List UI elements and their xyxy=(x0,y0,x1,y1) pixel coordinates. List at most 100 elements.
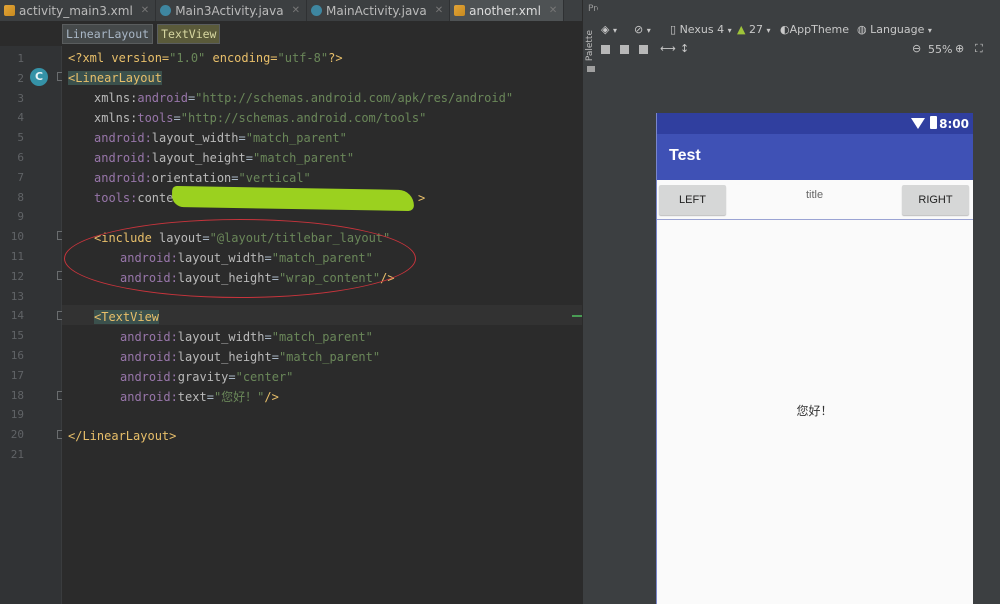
attr-equals: = xyxy=(245,151,253,165)
textview-open-tag: <TextView xyxy=(94,310,160,324)
android-icon: ▲ xyxy=(737,23,746,36)
close-tab-icon[interactable]: ✕ xyxy=(435,5,443,16)
breadcrumb-textview[interactable]: TextView xyxy=(157,24,221,44)
zoom-in-icon[interactable]: ⊕ xyxy=(955,42,964,55)
attr-value: "match_parent" xyxy=(245,131,347,145)
line-number: 18 xyxy=(10,388,24,402)
tab-another-xml[interactable]: another.xml ✕ xyxy=(450,0,565,21)
line-number: 7 xyxy=(17,170,24,184)
theme-selector[interactable]: ◐AppTheme xyxy=(780,23,849,36)
line-number: 3 xyxy=(17,91,24,105)
tab-label: another.xml xyxy=(469,3,541,18)
line-number: 8 xyxy=(17,190,24,204)
code-line-16: android:layout_height="match_parent" xyxy=(120,347,380,367)
right-button[interactable]: RIGHT xyxy=(902,185,969,215)
theme-label: AppTheme xyxy=(789,23,850,36)
code-line-14: <TextView xyxy=(94,307,160,327)
xml-encoding-attr: encoding= xyxy=(205,51,278,65)
close-tab-icon[interactable]: ✕ xyxy=(549,5,557,16)
tab-label: MainActivity.java xyxy=(325,3,427,18)
palette-tab[interactable]: Palette xyxy=(585,30,595,61)
line-number: 20 xyxy=(10,428,24,442)
language-selector[interactable]: ◍ Language ▾ xyxy=(857,23,932,36)
attr-name: android xyxy=(137,91,188,105)
attr-value: "http://schemas.android.com/apk/res/andr… xyxy=(195,91,514,105)
breadcrumb-linearlayout[interactable]: LinearLayout xyxy=(62,24,154,44)
close-tab-icon[interactable]: ✕ xyxy=(292,5,300,16)
editor-tab-bar: activity_main3.xml ✕ Main3Activity.java … xyxy=(0,0,582,22)
redaction-scribble xyxy=(171,185,415,212)
xml-decl-close: ?> xyxy=(328,51,343,65)
attr-namespace: android: xyxy=(120,390,178,404)
attr-value: "match_parent" xyxy=(271,330,373,344)
code-line-7: android:orientation="vertical" xyxy=(94,168,311,188)
code-line-20: </LinearLayout> xyxy=(68,429,177,443)
blueprint-view-icon[interactable] xyxy=(620,45,629,54)
annotation-ellipse xyxy=(64,219,416,298)
breadcrumb: LinearLayout TextView xyxy=(62,24,221,44)
attr-value: "http://schemas.android.com/tools" xyxy=(180,111,427,125)
design-view-icon[interactable] xyxy=(601,45,610,54)
attr-name: gravity xyxy=(177,370,229,384)
attr-equals: = xyxy=(231,171,239,185)
attr-namespace: tools: xyxy=(94,191,138,205)
language-label: Language xyxy=(870,23,925,36)
zoom-fit-icon[interactable]: ⛶ xyxy=(975,42,983,56)
code-editor[interactable]: <?xml version="1.0" encoding="utf-8"?> <… xyxy=(62,46,582,604)
line-number: 19 xyxy=(10,408,24,422)
attr-value: "match_parent" xyxy=(278,350,381,364)
tag-close: /> xyxy=(264,390,279,404)
line-number: 12 xyxy=(10,269,24,283)
custom-titlebar[interactable]: LEFT title RIGHT xyxy=(656,180,973,220)
pan-icon[interactable]: ⟷ xyxy=(660,42,676,55)
attr-name: layout_width xyxy=(177,330,265,344)
attr-equals: = xyxy=(238,131,246,145)
vertical-pan-icon[interactable]: ↕ xyxy=(680,42,689,55)
palette-icon[interactable] xyxy=(587,66,595,72)
attr-value: "vertical" xyxy=(238,171,311,185)
layers-icon[interactable]: ◈ ▾ xyxy=(601,23,617,36)
java-class-icon xyxy=(310,5,322,16)
preview-selection-edge xyxy=(656,113,657,604)
attr-namespace: android: xyxy=(94,131,152,145)
zoom-out-icon[interactable]: ⊖ xyxy=(912,42,921,55)
java-class-icon xyxy=(160,5,172,16)
linearlayout-open-tag: <LinearLayout xyxy=(68,71,162,85)
close-tab-icon[interactable]: ✕ xyxy=(141,5,149,16)
attr-value: "match_parent" xyxy=(252,151,355,165)
device-selector[interactable]: ▯ Nexus 4 ▾ xyxy=(670,23,732,36)
app-title: Test xyxy=(669,147,701,164)
line-number: 14 xyxy=(10,309,24,323)
hello-textview[interactable]: 您好！ xyxy=(656,402,973,419)
line-number: 15 xyxy=(10,329,24,343)
attr-namespace: xmlns: xyxy=(94,111,138,125)
orientation-icon[interactable]: ⊘ ▾ xyxy=(634,23,651,36)
api-level-selector[interactable]: ▲ 27 ▾ xyxy=(737,23,770,36)
attr-equals: = xyxy=(206,390,214,404)
xml-decl-open: <?xml version= xyxy=(68,51,170,65)
xml-file-icon xyxy=(454,5,466,16)
attr-name: layout_height xyxy=(151,151,246,165)
context-class-icon[interactable]: C xyxy=(30,68,48,86)
code-line-8-end: > xyxy=(418,191,426,205)
code-line-18: android:text="您好！"/> xyxy=(120,387,279,407)
app-bar: Test xyxy=(656,134,973,180)
tab-activity-main3-xml[interactable]: activity_main3.xml ✕ xyxy=(0,0,157,21)
attr-name: layout_width xyxy=(151,131,239,145)
zoom-level: 55% xyxy=(928,43,953,56)
tab-mainactivity-java[interactable]: MainActivity.java ✕ xyxy=(307,0,451,21)
code-line-5: android:layout_width="match_parent" xyxy=(94,128,347,148)
line-number-gutter: 1 2 3 4 5 6 7 8 9 10 11 12 13 14 15 16 17 18 19 20 21 xyxy=(0,46,62,604)
change-marker xyxy=(572,315,582,317)
code-line-17: android:gravity="center" xyxy=(120,367,293,387)
both-view-icon[interactable] xyxy=(639,45,648,54)
line-number: 6 xyxy=(17,151,24,164)
tab-main3activity-java[interactable]: Main3Activity.java ✕ xyxy=(156,0,307,21)
xml-version-value: "1.0" xyxy=(169,51,206,65)
line-number: 1 xyxy=(17,52,24,65)
line-number: 10 xyxy=(10,230,24,244)
line-number: 4 xyxy=(17,111,24,125)
xml-file-icon xyxy=(4,5,15,16)
code-line-15: android:layout_width="match_parent" xyxy=(120,327,373,347)
attr-name: orientation xyxy=(151,171,232,185)
